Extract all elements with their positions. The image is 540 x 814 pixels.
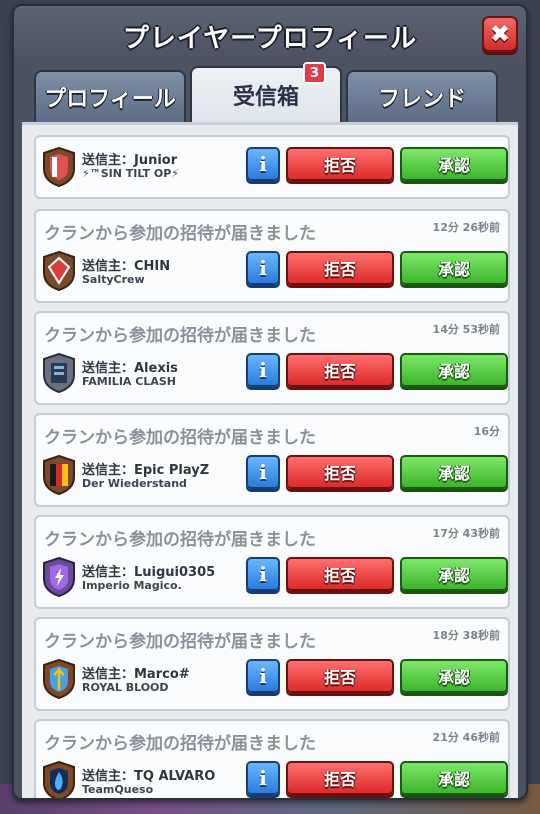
- invite-time: 21分 46秒前: [432, 731, 500, 744]
- tab-profile[interactable]: プロフィール: [34, 70, 186, 122]
- tab-inbox[interactable]: 受信箱 3: [190, 62, 342, 122]
- info-button[interactable]: i: [246, 353, 280, 387]
- reject-button[interactable]: 拒否: [286, 455, 394, 489]
- info-button[interactable]: i: [246, 761, 280, 795]
- invite-message: クランから参加の招待が届きました: [44, 326, 316, 346]
- clan-name: Imperio Magico.: [82, 579, 182, 592]
- sender-name: 送信主：Luigui0305: [82, 565, 216, 580]
- info-icon: i: [259, 358, 267, 382]
- info-icon: i: [259, 766, 267, 790]
- info-icon: i: [259, 664, 267, 688]
- accept-button[interactable]: 承認: [400, 353, 508, 387]
- accept-label: 承認: [437, 464, 470, 483]
- clan-name: TeamQueso: [82, 783, 154, 796]
- accept-button[interactable]: 承認: [400, 761, 508, 795]
- invite-time: 12分 26秒前: [432, 221, 500, 234]
- invite-message: クランから参加の招待が届きました: [44, 530, 316, 550]
- info-icon: i: [259, 562, 267, 586]
- inbox-count-badge: 3: [302, 62, 326, 84]
- accept-button[interactable]: 承認: [400, 147, 508, 181]
- clan-crest-icon: [43, 455, 75, 495]
- accept-button[interactable]: 承認: [400, 455, 508, 489]
- close-button[interactable]: ✖: [482, 16, 518, 52]
- clan-name: Der Wiederstand: [82, 477, 187, 490]
- info-icon: i: [259, 152, 267, 176]
- reject-button[interactable]: 拒否: [286, 251, 394, 285]
- info-button[interactable]: i: [246, 659, 280, 693]
- invite-card: クランから参加の招待が届きました 12分 26秒前 送信主：CHIN Salty…: [34, 209, 510, 303]
- inbox-list[interactable]: 送信主：Junior ⚡™SIN TILT OP⚡ i 拒否 承認 クランから参…: [22, 122, 518, 798]
- sender-name: 送信主：Junior: [82, 153, 178, 168]
- sender-name: 送信主：TQ ALVARO: [82, 769, 216, 784]
- invite-card: クランから参加の招待が届きました 14分 53秒前 送信主：Alexis FAM…: [34, 311, 510, 405]
- invite-card: 送信主：Junior ⚡™SIN TILT OP⚡ i 拒否 承認: [34, 135, 510, 199]
- reject-label: 拒否: [323, 668, 356, 687]
- accept-button[interactable]: 承認: [400, 659, 508, 693]
- accept-label: 承認: [437, 156, 470, 175]
- invite-card: クランから参加の招待が届きました 17分 43秒前 送信主：Luigui0305…: [34, 515, 510, 609]
- title-bar: プレイヤープロフィール ✖: [14, 6, 526, 62]
- invite-message: クランから参加の招待が届きました: [44, 428, 316, 448]
- clan-crest-icon: [43, 147, 75, 187]
- reject-label: 拒否: [323, 260, 356, 279]
- clan-crest-icon: [43, 251, 75, 291]
- invite-card: クランから参加の招待が届きました 18分 38秒前 送信主：Marco# ROY…: [34, 617, 510, 711]
- clan-crest-icon: [43, 353, 75, 393]
- invite-message: クランから参加の招待が届きました: [44, 734, 316, 754]
- reject-label: 拒否: [323, 770, 356, 789]
- clan-crest-icon: [43, 659, 75, 699]
- clan-name: ROYAL BLOOD: [82, 681, 169, 694]
- accept-label: 承認: [437, 362, 470, 381]
- sender-name: 送信主：Alexis: [82, 361, 178, 376]
- window-title: プレイヤープロフィール: [122, 24, 418, 54]
- clan-name: FAMILIA CLASH: [82, 375, 176, 388]
- info-icon: i: [259, 460, 267, 484]
- invite-time: 16分: [473, 425, 500, 438]
- reject-label: 拒否: [323, 156, 356, 175]
- info-button[interactable]: i: [246, 147, 280, 181]
- tab-friends-label: フレンド: [377, 87, 466, 112]
- accept-label: 承認: [437, 566, 470, 585]
- reject-button[interactable]: 拒否: [286, 659, 394, 693]
- reject-label: 拒否: [323, 362, 356, 381]
- info-button[interactable]: i: [246, 251, 280, 285]
- tab-inbox-label: 受信箱: [232, 85, 299, 110]
- invite-time: 18分 38秒前: [432, 629, 500, 642]
- reject-button[interactable]: 拒否: [286, 147, 394, 181]
- tab-profile-label: プロフィール: [44, 87, 176, 112]
- reject-button[interactable]: 拒否: [286, 557, 394, 591]
- reject-label: 拒否: [323, 464, 356, 483]
- info-icon: i: [259, 256, 267, 280]
- clan-crest-icon: [43, 761, 75, 798]
- invite-time: 14分 53秒前: [432, 323, 500, 336]
- sender-name: 送信主：CHIN: [82, 259, 171, 274]
- player-profile-window: プレイヤープロフィール ✖ プロフィール 受信箱 3 フレンド 送信主：Juni…: [12, 4, 528, 800]
- invite-card: クランから参加の招待が届きました 16分 送信主：Epic PlayZ Der …: [34, 413, 510, 507]
- sender-name: 送信主：Epic PlayZ: [82, 463, 210, 478]
- reject-label: 拒否: [323, 566, 356, 585]
- clan-name: SaltyCrew: [82, 273, 145, 286]
- info-button[interactable]: i: [246, 557, 280, 591]
- accept-button[interactable]: 承認: [400, 251, 508, 285]
- invite-time: 17分 43秒前: [432, 527, 500, 540]
- close-icon: ✖: [489, 20, 511, 48]
- clan-name: ⚡™SIN TILT OP⚡: [82, 167, 180, 180]
- invite-card: クランから参加の招待が届きました 21分 46秒前 送信主：TQ ALVARO …: [34, 719, 510, 798]
- clan-crest-icon: [43, 557, 75, 597]
- reject-button[interactable]: 拒否: [286, 353, 394, 387]
- sender-name: 送信主：Marco#: [82, 667, 190, 682]
- accept-label: 承認: [437, 260, 470, 279]
- accept-label: 承認: [437, 770, 470, 789]
- accept-button[interactable]: 承認: [400, 557, 508, 591]
- tab-friends[interactable]: フレンド: [346, 70, 498, 122]
- invite-message: クランから参加の招待が届きました: [44, 632, 316, 652]
- info-button[interactable]: i: [246, 455, 280, 489]
- tab-bar: プロフィール 受信箱 3 フレンド: [34, 62, 498, 122]
- invite-message: クランから参加の招待が届きました: [44, 224, 316, 244]
- reject-button[interactable]: 拒否: [286, 761, 394, 795]
- accept-label: 承認: [437, 668, 470, 687]
